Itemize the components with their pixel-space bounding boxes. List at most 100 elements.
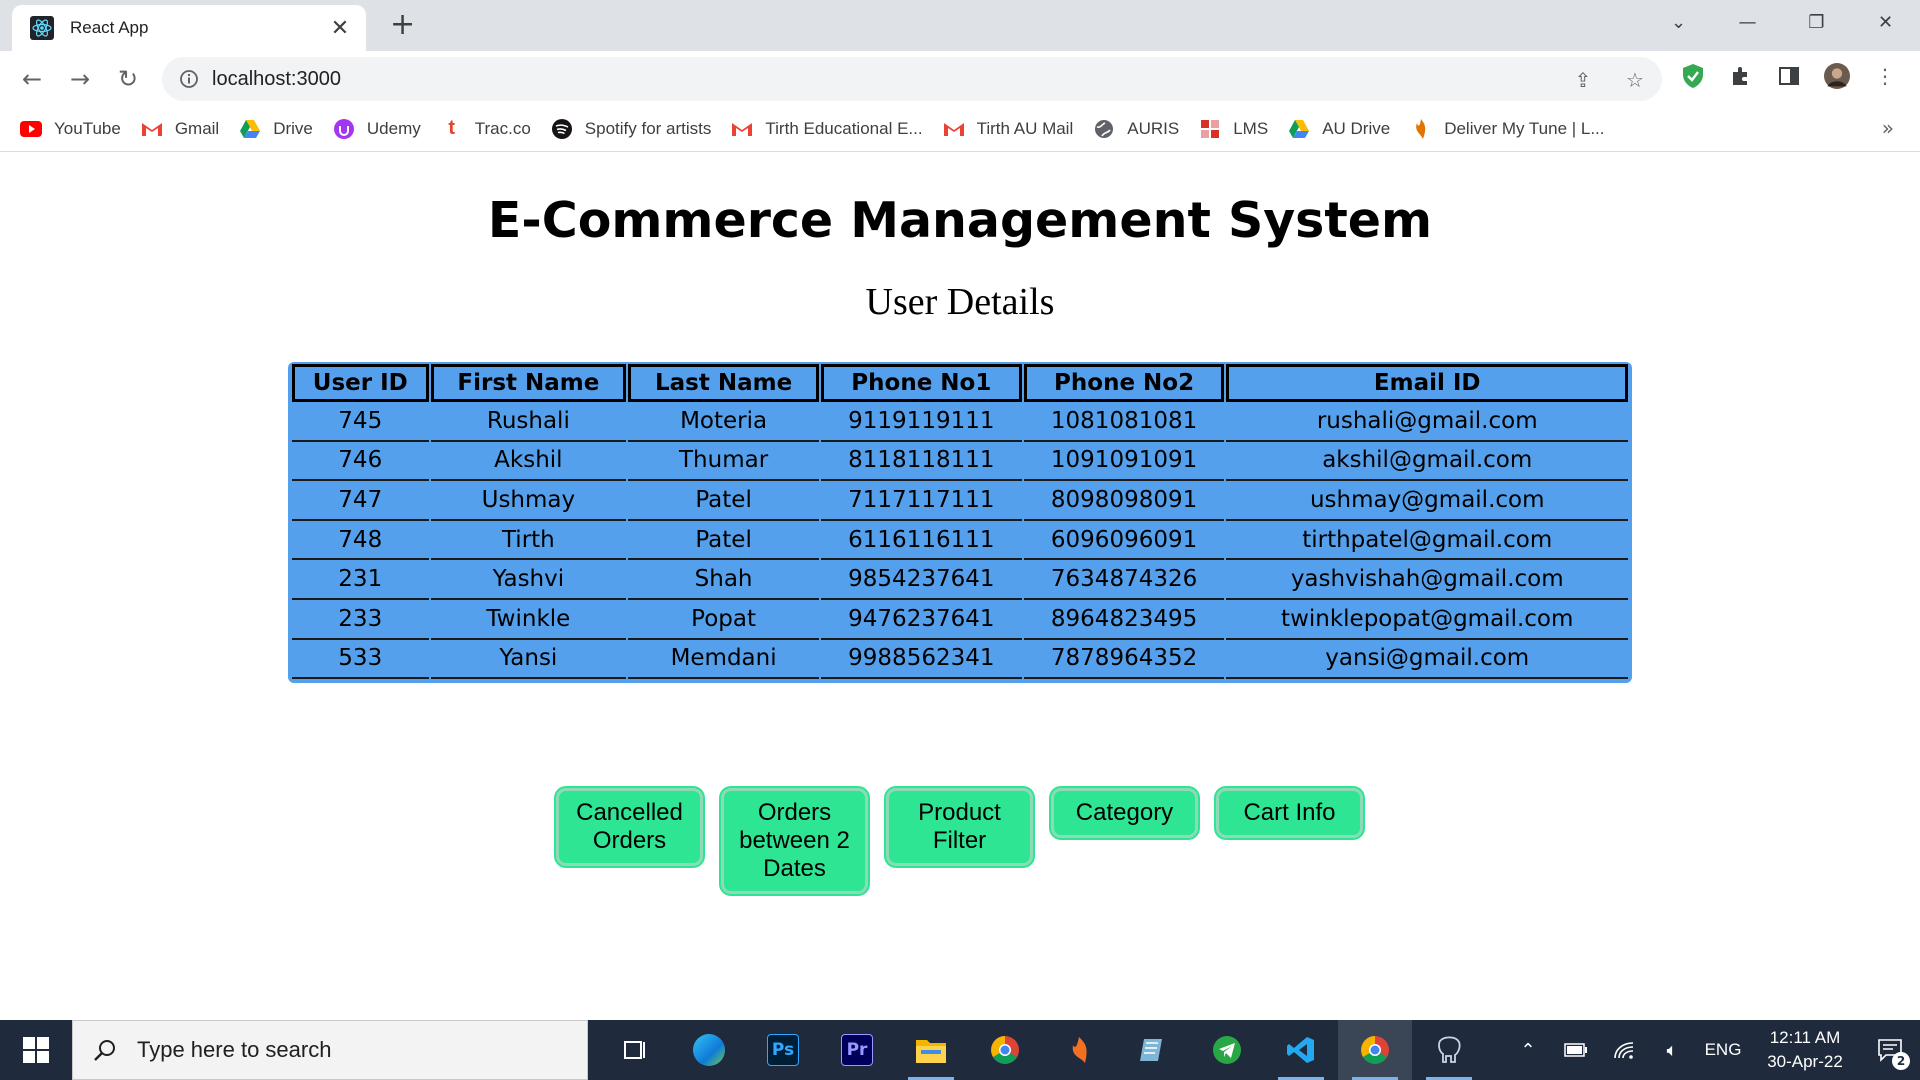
vscode-icon bbox=[1285, 1034, 1317, 1066]
table-cell: 7878964352 bbox=[1023, 640, 1225, 680]
browser-tabstrip: React App ✕ + ⌄ — ❐ ✕ bbox=[0, 0, 1920, 51]
tab-search-icon[interactable]: ⌄ bbox=[1644, 0, 1713, 44]
bookmark-au-drive[interactable]: AU Drive bbox=[1288, 118, 1390, 140]
windows-start-icon[interactable] bbox=[0, 1020, 72, 1080]
bookmark-deliver-my-tune[interactable]: Deliver My Tune | L... bbox=[1410, 118, 1605, 140]
address-bar[interactable]: localhost:3000 ⇪ ☆ bbox=[162, 57, 1662, 101]
bookmark-label: YouTube bbox=[54, 118, 121, 138]
file-explorer-icon bbox=[915, 1034, 947, 1066]
share-icon[interactable]: ⇪ bbox=[1570, 67, 1596, 93]
cancelled-orders-button[interactable]: Cancelled Orders bbox=[556, 788, 703, 866]
side-panel-icon[interactable] bbox=[1776, 63, 1802, 89]
bookmark-star-icon[interactable]: ☆ bbox=[1622, 67, 1648, 93]
column-header: User ID bbox=[292, 364, 429, 402]
tab-react-app[interactable]: React App ✕ bbox=[12, 5, 366, 51]
taskbar-app[interactable] bbox=[1190, 1020, 1264, 1080]
bookmark-label: Tirth AU Mail bbox=[976, 118, 1074, 138]
taskbar-app[interactable] bbox=[1412, 1020, 1486, 1080]
notification-count-badge: 2 bbox=[1892, 1052, 1910, 1070]
language-indicator[interactable]: ENG bbox=[1696, 1040, 1750, 1060]
table-cell: yashvishah@gmail.com bbox=[1226, 560, 1628, 600]
cart-info-button[interactable]: Cart Info bbox=[1216, 788, 1363, 838]
bookmark-spotify[interactable]: Spotify for artists bbox=[551, 118, 711, 140]
url-text: localhost:3000 bbox=[212, 67, 341, 90]
clock[interactable]: 12:11 AM 30-Apr-22 bbox=[1750, 1026, 1860, 1074]
table-cell: twinklepopat@gmail.com bbox=[1226, 600, 1628, 640]
taskbar-app[interactable] bbox=[672, 1020, 746, 1080]
table-cell: 9988562341 bbox=[820, 640, 1022, 680]
gmail-icon bbox=[141, 118, 163, 140]
column-header: Phone No2 bbox=[1023, 364, 1225, 402]
menu-kebab-icon[interactable]: ⋮ bbox=[1872, 63, 1898, 89]
bookmark-drive[interactable]: Drive bbox=[239, 118, 313, 140]
table-cell: 8964823495 bbox=[1023, 600, 1225, 640]
column-header: Email ID bbox=[1226, 364, 1628, 402]
taskbar-app[interactable] bbox=[1042, 1020, 1116, 1080]
section-title: User Details bbox=[865, 281, 1055, 323]
globe-icon bbox=[1093, 118, 1115, 140]
bookmark-tirth-au-mail[interactable]: Tirth AU Mail bbox=[943, 118, 1074, 140]
taskbar-app[interactable]: Ps bbox=[746, 1020, 820, 1080]
udemy-icon bbox=[333, 118, 355, 140]
react-icon bbox=[30, 16, 54, 40]
taskbar-app[interactable] bbox=[894, 1020, 968, 1080]
bookmark-tirth-educational[interactable]: Tirth Educational E... bbox=[731, 118, 923, 140]
bookmark-label: AURIS bbox=[1127, 118, 1180, 138]
forward-icon[interactable]: → bbox=[64, 63, 96, 95]
bookmark-lms[interactable]: LMS bbox=[1199, 118, 1268, 140]
action-buttons: Cancelled Orders Orders between 2 Dates … bbox=[556, 788, 1363, 894]
bookmark-label: Drive bbox=[273, 118, 313, 138]
table-row: 745 Rushali Moteria 9119119111 108108108… bbox=[292, 402, 1628, 442]
taskbar-app[interactable] bbox=[1116, 1020, 1190, 1080]
edge-icon bbox=[693, 1034, 725, 1066]
wifi-icon[interactable] bbox=[1600, 1020, 1648, 1080]
telegram-icon bbox=[1211, 1034, 1243, 1066]
table-row: 747 Ushmay Patel 7117117111 8098098091 u… bbox=[292, 481, 1628, 521]
bookmark-auris[interactable]: AURIS bbox=[1093, 118, 1179, 140]
bookmark-gmail[interactable]: Gmail bbox=[141, 118, 219, 140]
taskbar-app[interactable] bbox=[968, 1020, 1042, 1080]
taskbar-app[interactable]: Pr bbox=[820, 1020, 894, 1080]
new-tab-icon[interactable]: + bbox=[390, 10, 415, 40]
taskbar-app[interactable] bbox=[1264, 1020, 1338, 1080]
minimize-icon[interactable]: — bbox=[1713, 0, 1782, 44]
orders-between-dates-button[interactable]: Orders between 2 Dates bbox=[721, 788, 868, 894]
bookmark-youtube[interactable]: YouTube bbox=[20, 118, 121, 140]
product-filter-button[interactable]: Product Filter bbox=[886, 788, 1033, 866]
battery-icon[interactable] bbox=[1552, 1020, 1600, 1080]
table-cell: Patel bbox=[628, 481, 819, 521]
premiere-icon: Pr bbox=[841, 1034, 873, 1066]
back-icon[interactable]: ← bbox=[16, 63, 48, 95]
bookmark-trac[interactable]: t Trac.co bbox=[441, 117, 530, 140]
category-button[interactable]: Category bbox=[1051, 788, 1198, 838]
extensions-puzzle-icon[interactable] bbox=[1728, 63, 1754, 89]
notifications-icon[interactable]: 2 bbox=[1860, 1020, 1920, 1080]
profile-avatar[interactable] bbox=[1824, 63, 1850, 89]
reload-icon[interactable]: ↻ bbox=[112, 63, 144, 95]
site-info-icon[interactable] bbox=[178, 68, 200, 90]
clock-time: 12:11 AM bbox=[1769, 1028, 1841, 1047]
trac-icon: t bbox=[448, 117, 456, 139]
shield-extension-icon[interactable] bbox=[1680, 63, 1706, 89]
table-cell: Twinkle bbox=[430, 600, 627, 640]
taskbar-app[interactable] bbox=[1338, 1020, 1412, 1080]
taskbar-search-box[interactable]: Type here to search bbox=[72, 1020, 588, 1080]
page-content: E-Commerce Management System User Detail… bbox=[0, 152, 1920, 1020]
table-cell: rushali@gmail.com bbox=[1226, 402, 1628, 442]
taskbar-app[interactable] bbox=[598, 1020, 672, 1080]
tab-title: React App bbox=[70, 18, 149, 37]
close-tab-icon[interactable]: ✕ bbox=[328, 16, 352, 41]
table-cell: 7117117111 bbox=[820, 481, 1022, 521]
table-cell: 746 bbox=[292, 442, 429, 482]
table-cell: 8118118111 bbox=[820, 442, 1022, 482]
volume-icon[interactable]: 🔈︎ bbox=[1648, 1020, 1696, 1080]
drive-icon bbox=[239, 118, 261, 140]
more-bookmarks-icon[interactable]: » bbox=[1882, 116, 1894, 140]
show-hidden-icons-icon[interactable]: ⌃ bbox=[1504, 1020, 1552, 1080]
bookmark-udemy[interactable]: Udemy bbox=[333, 118, 421, 140]
search-placeholder: Type here to search bbox=[137, 1037, 332, 1062]
bookmark-label: Deliver My Tune | L... bbox=[1444, 118, 1605, 138]
table-cell: Yashvi bbox=[430, 560, 627, 600]
close-window-icon[interactable]: ✕ bbox=[1851, 0, 1920, 44]
restore-icon[interactable]: ❐ bbox=[1782, 0, 1851, 44]
